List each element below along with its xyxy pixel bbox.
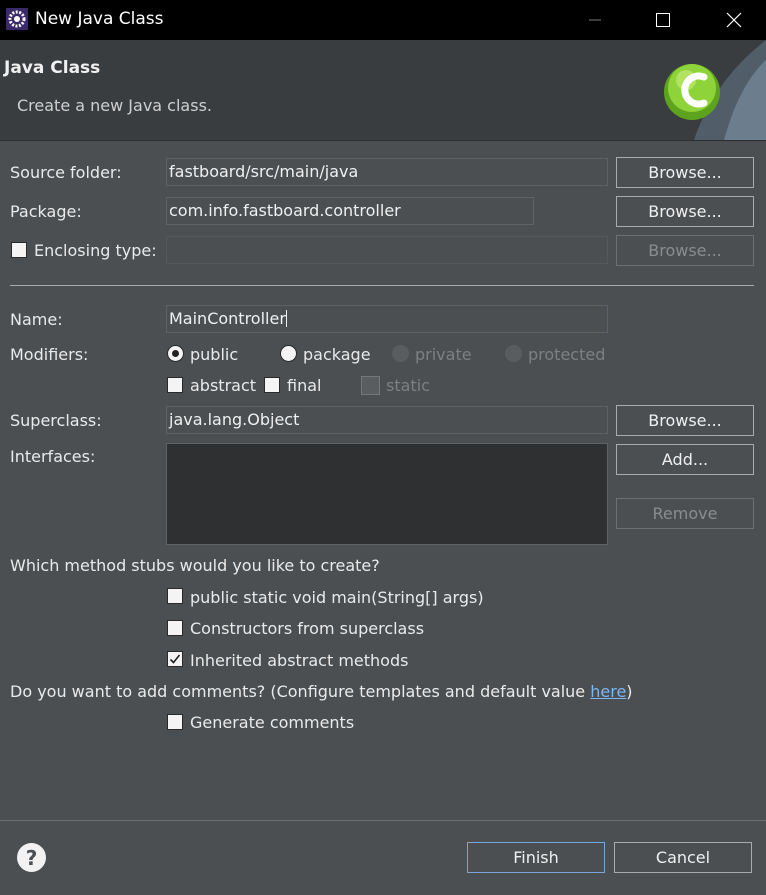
- enclosing-type-input[interactable]: [166, 236, 608, 264]
- generate-comments-checkbox[interactable]: [167, 714, 183, 730]
- close-button[interactable]: [711, 0, 757, 40]
- modifier-public-label: public: [190, 345, 239, 364]
- wizard-header: Java Class Create a new Java class.: [0, 40, 766, 141]
- page-title: Java Class: [4, 58, 101, 78]
- superclass-label: Superclass:: [10, 411, 102, 430]
- comments-question: Do you want to add comments? (Configure …: [10, 682, 633, 701]
- static-label: static: [386, 376, 430, 395]
- modifier-public-radio[interactable]: [167, 345, 184, 362]
- page-description: Create a new Java class.: [17, 96, 212, 115]
- interfaces-list[interactable]: [166, 443, 608, 545]
- package-input[interactable]: com.info.fastboard.controller: [166, 197, 534, 225]
- abstract-checkbox[interactable]: [167, 377, 183, 393]
- maximize-button[interactable]: [640, 0, 686, 40]
- package-label: Package:: [10, 202, 82, 221]
- constructors-label: Constructors from superclass: [190, 619, 425, 638]
- comments-question-close: ): [626, 682, 633, 701]
- templates-link[interactable]: here: [590, 682, 626, 701]
- source-folder-input[interactable]: fastboard/src/main/java: [166, 158, 608, 186]
- final-label: final: [287, 376, 322, 395]
- minimize-button[interactable]: [572, 0, 618, 40]
- comments-question-text: Do you want to add comments? (Configure …: [10, 682, 591, 701]
- generate-comments-label: Generate comments: [190, 713, 355, 732]
- final-checkbox[interactable]: [264, 377, 280, 393]
- maximize-icon: [656, 13, 670, 27]
- source-folder-browse-button[interactable]: Browse...: [616, 157, 754, 188]
- modifier-package-label: package: [303, 345, 371, 364]
- static-checkbox[interactable]: [361, 376, 380, 395]
- radio-selected-dot: [172, 350, 179, 357]
- window-title: New Java Class: [35, 9, 164, 29]
- modifiers-label: Modifiers:: [10, 345, 89, 364]
- inherited-methods-checkbox[interactable]: [167, 651, 183, 667]
- name-label: Name:: [10, 310, 63, 329]
- text-caret: [285, 310, 287, 327]
- name-value: MainController: [169, 309, 286, 328]
- enclosing-type-label: Enclosing type:: [34, 241, 157, 260]
- footer-separator: [0, 820, 766, 821]
- modifier-private-radio[interactable]: [392, 345, 409, 362]
- separator: [10, 285, 754, 286]
- enclosing-type-browse-button[interactable]: Browse...: [616, 235, 754, 266]
- stubs-question: Which method stubs would you like to cre…: [10, 556, 380, 575]
- finish-button[interactable]: Finish: [467, 842, 605, 873]
- help-icon: ?: [25, 845, 38, 870]
- modifier-private-label: private: [415, 345, 472, 364]
- abstract-label: abstract: [190, 376, 257, 395]
- minimize-icon: [589, 19, 601, 21]
- source-folder-label: Source folder:: [10, 163, 122, 182]
- interfaces-remove-button[interactable]: Remove: [616, 498, 754, 529]
- main-method-label: public static void main(String[] args): [190, 588, 484, 607]
- superclass-input[interactable]: java.lang.Object: [166, 406, 608, 434]
- cancel-button[interactable]: Cancel: [614, 842, 752, 873]
- modifier-protected-radio[interactable]: [505, 345, 522, 362]
- title-bar: New Java Class: [0, 0, 766, 40]
- help-button[interactable]: ?: [17, 843, 46, 872]
- inherited-methods-label: Inherited abstract methods: [190, 651, 409, 670]
- interfaces-add-button[interactable]: Add...: [616, 444, 754, 475]
- eclipse-app-icon: [6, 8, 28, 30]
- constructors-checkbox[interactable]: [167, 620, 183, 636]
- interfaces-label: Interfaces:: [10, 447, 96, 466]
- superclass-browse-button[interactable]: Browse...: [616, 405, 754, 436]
- close-icon: [726, 12, 742, 28]
- java-class-icon: [664, 40, 766, 140]
- main-method-checkbox[interactable]: [167, 588, 183, 604]
- name-input[interactable]: MainController: [166, 305, 608, 333]
- package-browse-button[interactable]: Browse...: [616, 196, 754, 227]
- checkmark-icon: [169, 654, 181, 664]
- enclosing-type-checkbox[interactable]: [11, 242, 27, 258]
- modifier-package-radio[interactable]: [280, 345, 297, 362]
- modifier-protected-label: protected: [528, 345, 606, 364]
